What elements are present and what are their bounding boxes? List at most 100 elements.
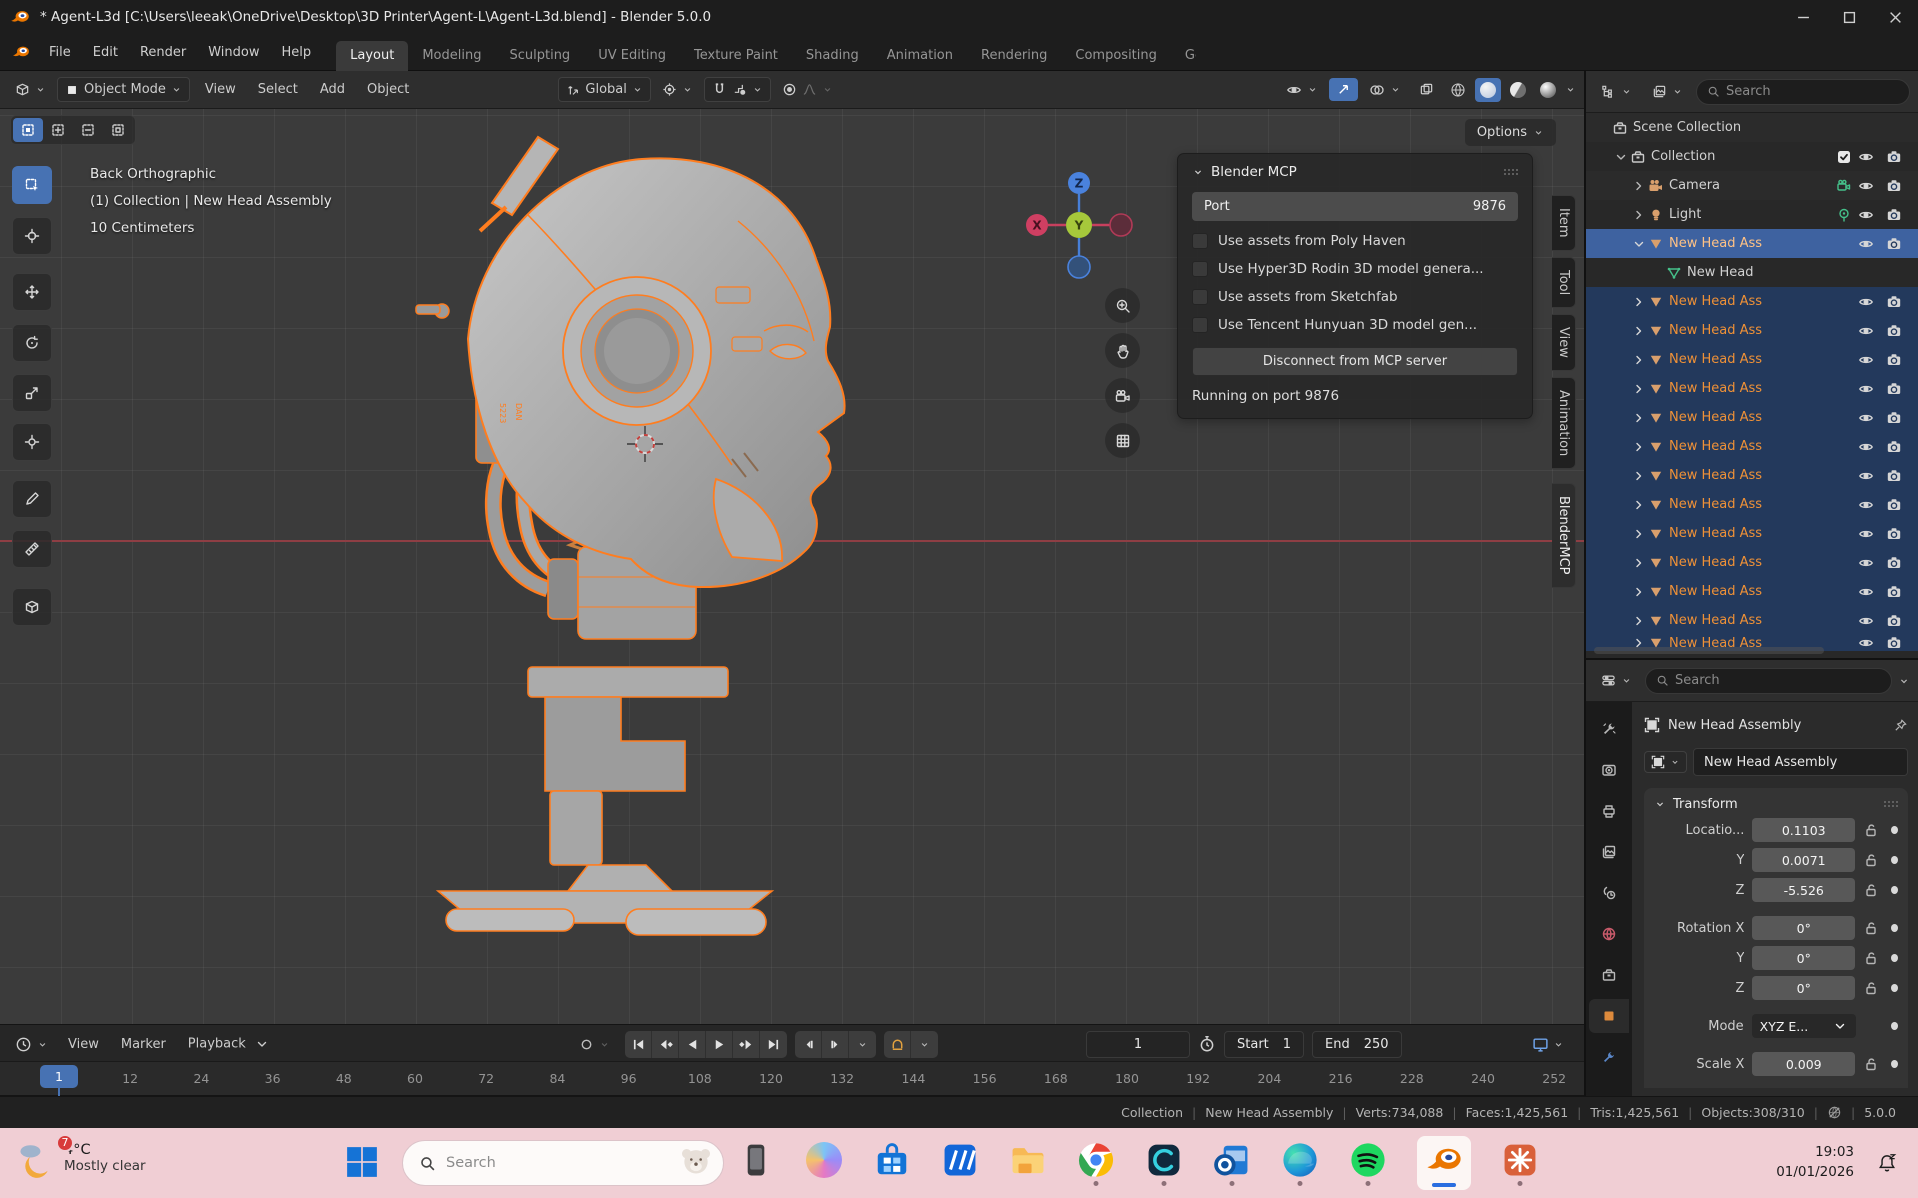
chevron-down-icon[interactable] (1553, 1039, 1564, 1050)
proportional-edit-icon[interactable] (782, 82, 797, 97)
properties-editor-type-button[interactable] (1594, 669, 1639, 692)
checkbox-icon[interactable] (1192, 261, 1208, 277)
checkbox-icon[interactable] (1192, 317, 1208, 333)
properties-search[interactable] (1645, 668, 1892, 694)
overlays-dropdown[interactable] (1362, 78, 1408, 102)
tool-cursor-button[interactable] (12, 217, 52, 255)
outliner-row[interactable]: New Head Ass (1586, 490, 1918, 519)
sidebar-tab-item[interactable]: Item (1552, 195, 1576, 251)
playhead[interactable]: 1 (40, 1065, 78, 1088)
outliner-filter-button[interactable] (1645, 80, 1690, 103)
blender-app-menu[interactable] (0, 43, 38, 61)
workspace-tab-shading[interactable]: Shading (792, 41, 873, 71)
eye-icon[interactable] (1852, 613, 1880, 629)
eye-icon[interactable] (1852, 352, 1880, 368)
step-forward-button[interactable] (822, 1031, 849, 1058)
falloff-curve-icon[interactable] (802, 82, 817, 97)
taskbar-app-outlook[interactable] (1213, 1136, 1251, 1190)
eye-icon[interactable] (1852, 323, 1880, 339)
outliner-row[interactable]: New Head Ass (1586, 577, 1918, 606)
render-visibility-camera-icon[interactable] (1880, 555, 1908, 571)
eye-icon[interactable] (1852, 178, 1880, 194)
viewport-menu-view[interactable]: View (194, 77, 247, 102)
transform-value-field[interactable]: 0.0071 (1752, 848, 1855, 872)
start-frame-field[interactable]: Start1 (1224, 1031, 1304, 1058)
screen-sync-icon[interactable] (1532, 1036, 1549, 1053)
render-visibility-camera-icon[interactable] (1880, 236, 1908, 252)
eye-icon[interactable] (1852, 294, 1880, 310)
viewport-menu-object[interactable]: Object (356, 77, 420, 102)
render-visibility-camera-icon[interactable] (1880, 439, 1908, 455)
transform-value-field[interactable]: 0° (1752, 946, 1855, 970)
object-id-browse-button[interactable] (1644, 751, 1687, 773)
chevron-right-icon[interactable] (1630, 497, 1648, 513)
outliner-search[interactable] (1696, 79, 1910, 105)
animate-dot[interactable] (1891, 826, 1898, 834)
properties-tab-modifiers[interactable] (1589, 1040, 1629, 1074)
mcp-port-field[interactable]: Port 9876 (1192, 192, 1518, 221)
outliner-row[interactable]: New Head Ass (1586, 548, 1918, 577)
maximize-button[interactable] (1826, 0, 1872, 34)
eye-icon[interactable] (1852, 381, 1880, 397)
taskbar-clock[interactable]: 19:03 01/01/2026 (1776, 1142, 1854, 1182)
chevron-right-icon[interactable] (1630, 468, 1648, 484)
taskbar-app-paint-app[interactable] (1501, 1136, 1539, 1190)
animate-dot[interactable] (1891, 984, 1898, 992)
taskbar-app-spotify[interactable] (1349, 1136, 1387, 1190)
outliner-row[interactable]: New Head Ass (1586, 461, 1918, 490)
eye-icon[interactable] (1852, 149, 1880, 165)
lock-icon[interactable] (1863, 920, 1879, 936)
tool-scale-button[interactable] (12, 374, 52, 412)
transform-value-field[interactable]: -5.526 (1752, 878, 1855, 902)
animate-dot[interactable] (1891, 886, 1898, 894)
outliner-row[interactable]: New Head Ass (1586, 519, 1918, 548)
tool-select-box-button[interactable] (12, 166, 52, 204)
eye-icon[interactable] (1852, 236, 1880, 252)
object-name-field[interactable]: New Head Assembly (1693, 748, 1908, 776)
outliner-row[interactable]: New Head Ass (1586, 374, 1918, 403)
options-button[interactable]: Options (1465, 119, 1556, 146)
chevron-right-icon[interactable] (1630, 410, 1648, 426)
panel-grip-icon[interactable] (1502, 164, 1518, 180)
pivot-dropdown[interactable] (655, 78, 700, 101)
outliner-row[interactable]: Light (1586, 200, 1918, 229)
stopwatch-icon[interactable] (1198, 1035, 1216, 1053)
outliner-row[interactable]: Collection (1586, 142, 1918, 171)
render-visibility-camera-icon[interactable] (1880, 410, 1908, 426)
render-visibility-camera-icon[interactable] (1880, 526, 1908, 542)
properties-search-input[interactable] (1675, 673, 1881, 688)
render-visibility-camera-icon[interactable] (1880, 178, 1908, 194)
menu-window[interactable]: Window (197, 40, 270, 65)
outliner-row[interactable]: New Head Ass (1586, 606, 1918, 635)
render-visibility-camera-icon[interactable] (1880, 468, 1908, 484)
select-subtract-button[interactable] (73, 118, 103, 142)
play-reverse-button[interactable] (679, 1031, 706, 1058)
pan-hand-button[interactable] (1105, 333, 1140, 368)
chevron-right-icon[interactable] (1630, 178, 1648, 194)
workspace-tab-texture-paint[interactable]: Texture Paint (680, 41, 792, 71)
timeline-menu-view[interactable]: View (57, 1032, 110, 1057)
chevron-right-icon[interactable] (1630, 207, 1648, 223)
lock-icon[interactable] (1863, 980, 1879, 996)
eye-icon[interactable] (1852, 635, 1880, 651)
chevron-down-icon[interactable] (752, 84, 763, 95)
eye-icon[interactable] (1852, 555, 1880, 571)
transform-value-field[interactable]: 0.009 (1752, 1052, 1855, 1076)
chevron-down-icon[interactable] (822, 84, 833, 95)
eye-icon[interactable] (1852, 410, 1880, 426)
chevron-down-icon[interactable] (911, 1031, 938, 1058)
breadcrumb-object-name[interactable]: New Head Assembly (1668, 718, 1801, 733)
sidebar-tab-tool[interactable]: Tool (1552, 257, 1576, 308)
sidebar-tab-animation[interactable]: Animation (1552, 377, 1576, 469)
viewport-menu-select[interactable]: Select (247, 77, 309, 102)
chevron-down-icon[interactable] (1612, 149, 1630, 165)
animate-dot[interactable] (1891, 1060, 1898, 1068)
outliner-display-mode-button[interactable] (1594, 80, 1639, 103)
navigation-gizmo[interactable]: Z X Y (1019, 165, 1139, 285)
transform-value-field[interactable]: 0° (1752, 976, 1855, 1000)
tool-annotate-button[interactable] (12, 480, 52, 518)
start-button[interactable] (345, 1145, 379, 1179)
chevron-down-icon[interactable] (1192, 166, 1204, 178)
render-visibility-camera-icon[interactable] (1880, 207, 1908, 223)
outliner-row[interactable]: New Head Ass (1586, 403, 1918, 432)
